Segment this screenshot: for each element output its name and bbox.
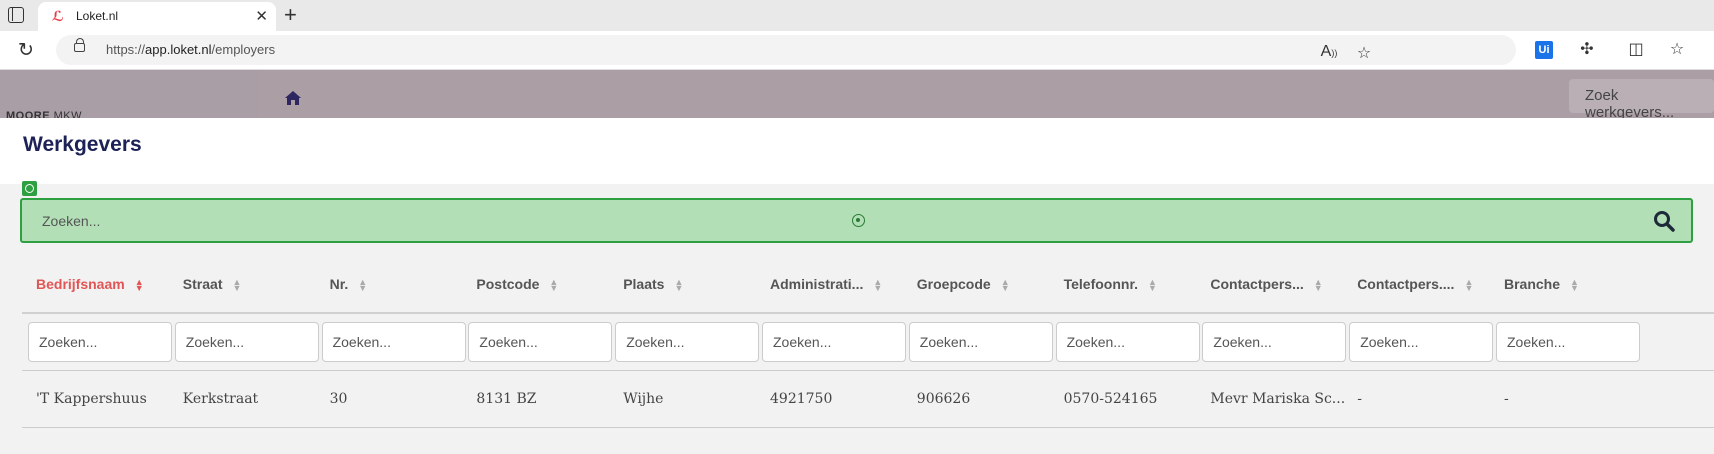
page-header: Werkgevers xyxy=(0,118,1714,184)
column-header-label: Groepcode xyxy=(916,276,991,292)
column-header[interactable]: Branche ▲ ▼ xyxy=(1504,276,1579,293)
favorites-icon[interactable]: ☆ xyxy=(1666,39,1688,59)
table-cell: Wijhe xyxy=(623,391,664,407)
column-header-label: Plaats xyxy=(623,276,665,292)
column-header-label: Contactpers.... xyxy=(1357,276,1455,292)
selection-marker-icon xyxy=(22,181,37,196)
address-bar: ↻ https://app.loket.nl/employers A)) ☆ U… xyxy=(0,31,1714,70)
column-filter-input[interactable]: Zoeken... xyxy=(908,322,1053,362)
column-header-label: Administrati... xyxy=(770,276,864,292)
table-cell: 30 xyxy=(329,391,348,407)
table-row[interactable]: 'T Kappershuus Kerkstraat 30 8131 BZ Wijhe 49… xyxy=(22,372,1714,428)
sort-icon[interactable]: ▲ ▼ xyxy=(1148,278,1157,293)
column-filter-input[interactable]: Zoeken... xyxy=(1055,322,1200,362)
column-header[interactable]: Contactpers... ▲ ▼ xyxy=(1210,276,1323,293)
column-header[interactable]: Nr. ▲ ▼ xyxy=(329,276,368,293)
table-cell: Mevr Mariska Sc... xyxy=(1210,391,1346,407)
column-filter-input[interactable]: Zoeken... xyxy=(28,322,172,362)
url-text: https://app.loket.nl/employers xyxy=(106,42,276,57)
sort-icon[interactable]: ▲ ▼ xyxy=(232,278,241,293)
column-header-label: Branche xyxy=(1504,276,1561,292)
sort-icon[interactable]: ▲ ▼ xyxy=(674,278,683,293)
split-screen-icon[interactable]: ◫ xyxy=(1625,39,1647,59)
tab-title: Loket.nl xyxy=(76,9,119,23)
table-header: Bedrijfsnaam ▲ ▼ Straat ▲ ▼ Nr. ▲ ▼ Postcode ▲ ▼ Pla… xyxy=(22,265,1714,314)
sort-icon[interactable]: ▲ ▼ xyxy=(1001,278,1010,293)
loket-favicon-icon: ℒ xyxy=(52,8,64,24)
column-filter-input[interactable]: Zoeken... xyxy=(174,322,319,362)
column-filter-input[interactable]: Zoeken... xyxy=(321,322,466,362)
tab-actions-icon[interactable] xyxy=(8,7,24,23)
target-icon xyxy=(852,214,865,227)
sort-icon[interactable]: ▲ ▼ xyxy=(549,278,558,293)
table-cell: 0570-524165 xyxy=(1063,391,1158,407)
sort-icon[interactable]: ▲ ▼ xyxy=(135,278,144,293)
home-icon[interactable] xyxy=(284,90,302,106)
column-header[interactable]: Contactpers.... ▲ ▼ xyxy=(1357,276,1473,293)
page-title: Werkgevers xyxy=(23,133,142,156)
table-cell: Kerkstraat xyxy=(182,391,259,407)
browser-tab[interactable]: ℒ Loket.nl ✕ xyxy=(38,2,276,31)
app-sidebar-header: MOORE MKW xyxy=(0,70,258,122)
column-header-label: Telefoonnr. xyxy=(1063,276,1139,292)
column-header-label: Postcode xyxy=(476,276,540,292)
table-cell: 8131 BZ xyxy=(476,391,537,407)
column-filter-input[interactable]: Zoeken... xyxy=(468,322,613,362)
table-cell: - xyxy=(1504,391,1509,407)
close-tab-icon[interactable]: ✕ xyxy=(255,7,268,25)
favorite-star-icon[interactable]: ☆ xyxy=(1353,43,1375,63)
column-header[interactable]: Straat ▲ ▼ xyxy=(182,276,242,293)
url-field[interactable]: https://app.loket.nl/employers A)) ☆ xyxy=(56,35,1516,65)
column-filter-input[interactable]: Zoeken... xyxy=(615,322,760,362)
column-header[interactable]: Bedrijfsnaam ▲ ▼ xyxy=(36,276,144,293)
table-cell: 4921750 xyxy=(770,391,833,407)
column-header[interactable]: Administrati... ▲ ▼ xyxy=(770,276,882,293)
table-cell: 906626 xyxy=(916,391,971,407)
sort-icon[interactable]: ▲ ▼ xyxy=(1464,278,1473,293)
column-filter-input[interactable]: Zoeken... xyxy=(1349,322,1494,362)
column-header[interactable]: Groepcode ▲ ▼ xyxy=(916,276,1010,293)
new-tab-button[interactable]: + xyxy=(284,2,297,28)
column-filter-input[interactable]: Zoeken... xyxy=(1496,322,1640,362)
table-cell: - xyxy=(1357,391,1362,407)
search-icon[interactable] xyxy=(1653,210,1675,232)
column-header-label: Bedrijfsnaam xyxy=(36,276,125,292)
search-placeholder: Zoeken... xyxy=(42,213,101,229)
column-header-label: Nr. xyxy=(329,276,349,292)
sort-icon[interactable]: ▲ ▼ xyxy=(873,278,882,293)
read-aloud-icon[interactable]: A)) xyxy=(1318,43,1340,61)
extensions-icon[interactable]: ✣ xyxy=(1576,39,1598,59)
column-filter-input[interactable]: Zoeken... xyxy=(762,322,906,362)
column-filter-input[interactable]: Zoeken... xyxy=(1202,322,1347,362)
sort-icon[interactable]: ▲ ▼ xyxy=(1314,278,1323,293)
column-header[interactable]: Postcode ▲ ▼ xyxy=(476,276,558,293)
filter-row: Zoeken... Zoeken... Zoeken... Zoeken... Zoek… xyxy=(22,315,1714,371)
column-header-label: Contactpers... xyxy=(1210,276,1304,292)
column-header-label: Straat xyxy=(182,276,223,292)
sort-icon[interactable]: ▲ ▼ xyxy=(1570,278,1579,293)
column-header[interactable]: Plaats ▲ ▼ xyxy=(623,276,683,293)
uipath-extension-icon[interactable]: Ui xyxy=(1535,41,1553,59)
table-cell: 'T Kappershuus xyxy=(36,391,147,407)
reload-icon[interactable]: ↻ xyxy=(18,39,34,62)
column-header[interactable]: Telefoonnr. ▲ ▼ xyxy=(1063,276,1157,293)
browser-tab-strip: ℒ Loket.nl ✕ + xyxy=(0,0,1714,31)
sort-icon[interactable]: ▲ ▼ xyxy=(358,278,367,293)
app-header: MOORE MKW Zoek werkgevers... xyxy=(0,70,1714,122)
header-search-input[interactable]: Zoek werkgevers... xyxy=(1569,79,1714,121)
search-input[interactable]: Zoeken... xyxy=(20,198,1693,243)
lock-icon[interactable] xyxy=(74,38,85,52)
